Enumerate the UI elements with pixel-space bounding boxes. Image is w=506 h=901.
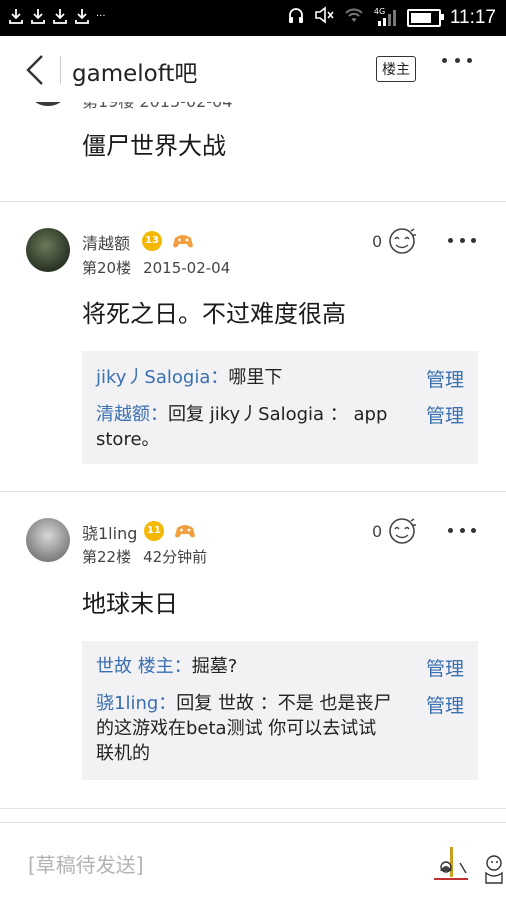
reply-input[interactable]: [草稿待发送] [28,849,144,878]
owner-only-button[interactable]: 楼主 [376,56,416,82]
floor-number: 第22楼 [82,548,132,566]
chevron-left-icon [26,55,43,85]
reply-box: 世故 楼主：掘墓? 管理 骁1ling：回复 世故 ：不是 也是丧尸的这游戏在b… [82,641,478,780]
manage-button[interactable]: 管理 [426,401,464,428]
like-icon[interactable] [386,516,418,546]
reply-item[interactable]: 清越额：回复 jiky丿Salogia ： app store。 [96,402,396,452]
post-text: 地球末日 [82,590,178,618]
download-icon [52,7,68,25]
reply-author[interactable]: 清越额 [96,404,150,425]
floor-meta: 第19楼 2015-02-04 [82,102,232,112]
download-icon [30,7,46,25]
manage-button[interactable]: 管理 [426,654,464,681]
reply-separator: ： [210,367,229,388]
dot [448,238,453,243]
battery-icon [406,8,444,27]
reply-item[interactable]: 世故 楼主：掘墓? [96,654,396,679]
post-time: 42分钟前 [143,548,208,566]
emoji-sticker-icon[interactable] [430,843,474,889]
download-icon [74,7,90,25]
like-count: 0 [372,232,383,251]
post-more-button[interactable] [448,528,476,536]
avatar[interactable] [28,102,68,106]
dot [448,528,453,533]
reply-author[interactable]: 世故 楼主 [96,656,174,677]
mute-icon [314,6,334,29]
emoji-sticker-icon[interactable] [478,843,506,889]
reply-item[interactable]: jiky丿Salogia：哪里下 [96,365,396,390]
floor-meta: 第20楼 2015-02-04 [82,257,242,278]
post-separator [0,808,506,809]
manage-button[interactable]: 管理 [426,365,464,392]
wifi-icon [343,6,365,29]
post-separator [0,491,506,492]
dot [454,58,460,63]
system-icons: 4G 11:17 [287,6,496,29]
nav-divider [60,56,61,84]
reply-body: 哪里下 [228,367,283,388]
like-icon[interactable] [386,226,418,256]
reply-separator: ： [173,656,192,677]
gamepad-icon [174,521,196,541]
like-count: 0 [372,522,383,541]
more-notifications-text: ··· [96,10,106,22]
more-options-button[interactable] [442,58,472,68]
dot [471,238,476,243]
level-badge: 11 [144,521,164,541]
thread-content[interactable]: 第19楼 2015-02-04 僵尸世界大战 清越额 13 第20楼 2015-0… [0,102,506,822]
reply-separator: ： [158,693,177,714]
post-time: 2015-02-04 [143,259,231,277]
avatar[interactable] [26,228,70,272]
page-title[interactable]: gameloft吧 [72,54,197,88]
status-bar: ··· 4G 11:17 [0,0,506,36]
top-nav-bar: gameloft吧 楼主 [0,36,506,102]
floor-number: 第20楼 [82,259,132,277]
signal-icon: 4G [374,7,398,27]
reply-separator: ： [150,404,168,425]
notification-icons: ··· [8,7,106,25]
dot [467,58,472,63]
reply-author[interactable]: jiky丿Salogia [96,367,210,388]
dot [459,238,465,243]
manage-button[interactable]: 管理 [426,691,464,718]
dot [459,528,465,533]
back-button[interactable] [22,52,50,88]
reply-body: 掘墓? [191,656,238,677]
post-separator [0,201,506,202]
username[interactable]: 骁1ling [82,520,137,544]
avatar[interactable] [26,518,70,562]
dot [471,528,476,533]
username[interactable]: 清越额 [82,230,130,254]
floor-meta: 第22楼 42分钟前 [82,546,219,567]
headphones-icon [287,6,305,29]
reply-box: jiky丿Salogia：哪里下 管理 清越额：回复 jiky丿Salogia … [82,351,478,464]
reply-author[interactable]: 骁1ling [96,693,158,714]
reply-item[interactable]: 骁1ling：回复 世故 ：不是 也是丧尸的这游戏在beta测试 你可以去试试 … [96,691,396,766]
clock: 11:17 [449,6,496,28]
post-more-button[interactable] [448,238,476,246]
download-icon [8,7,24,25]
level-badge: 13 [142,231,162,251]
post-text: 僵尸世界大战 [82,132,226,160]
reply-bar: [草稿待发送] [0,822,506,901]
gamepad-icon [172,231,194,251]
post-text: 将死之日。不过难度很高 [82,300,346,328]
dot [442,58,447,63]
